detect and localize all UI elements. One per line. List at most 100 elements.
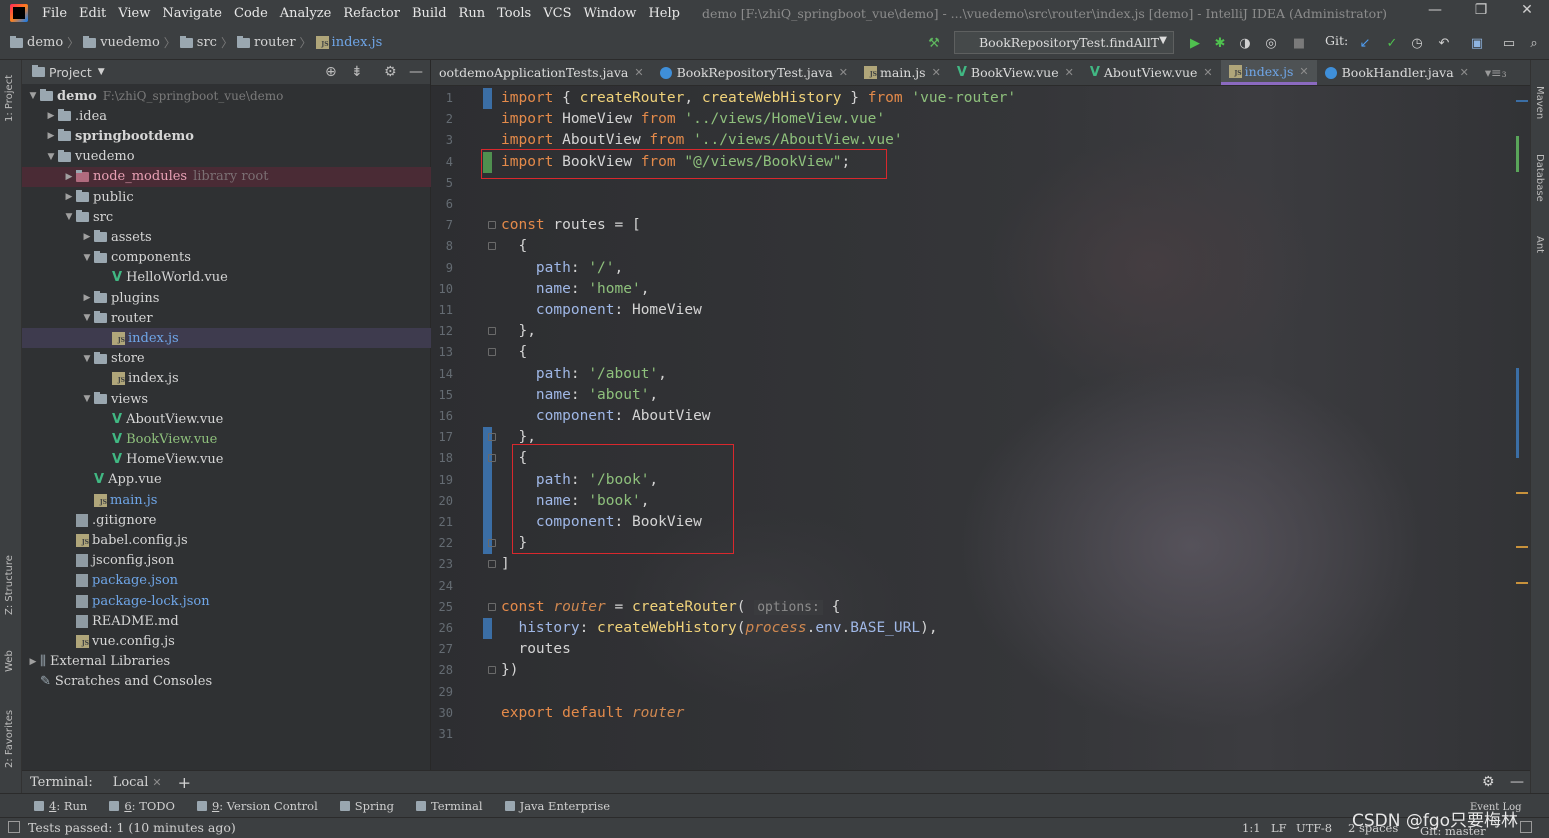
tree-item[interactable]: ▼ views (22, 389, 431, 409)
tree-item[interactable]: ▼ router (22, 308, 431, 328)
close-icon[interactable]: ✕ (932, 66, 941, 79)
code-line[interactable]: path: '/', (501, 258, 623, 279)
editor-tab[interactable]: BookRepositoryTest.java ✕ (652, 60, 856, 85)
tree-item[interactable]: JS index.js (22, 369, 431, 389)
project-tool-button[interactable]: 1: Project (4, 75, 15, 122)
tree-item[interactable]: ▶ plugins (22, 288, 431, 308)
expand-arrow-icon[interactable]: ▼ (80, 394, 94, 404)
tree-item[interactable]: JS vue.config.js (22, 631, 431, 651)
project-structure-icon[interactable]: ▣ (1468, 35, 1486, 53)
close-icon[interactable]: ✕ (634, 66, 643, 79)
collapse-arrow-icon[interactable]: ▶ (80, 232, 94, 242)
editor-tab[interactable]: JS main.js ✕ (856, 60, 949, 85)
breadcrumb-item[interactable]: vuedemo (83, 35, 160, 50)
expand-arrow-icon[interactable]: ▼ (62, 212, 76, 222)
close-icon[interactable]: ✕ (1065, 66, 1074, 79)
code-line[interactable]: { (501, 236, 527, 257)
code-line[interactable]: const router = createRouter( options: { (501, 597, 840, 618)
tool-window-button[interactable]: Java Enterprise (504, 799, 610, 813)
tree-item[interactable]: ▼ demo F:\zhiQ_springboot_vue\demo (22, 86, 431, 106)
collapse-arrow-icon[interactable]: ▶ (62, 172, 76, 182)
add-icon[interactable]: + (178, 773, 191, 792)
git-rollback-icon[interactable]: ↶ (1435, 35, 1453, 53)
close-icon[interactable]: ✕ (1203, 66, 1212, 79)
status-message[interactable]: Tests passed: 1 (10 minutes ago) (28, 820, 236, 835)
close-icon[interactable]: ✕ (1460, 66, 1469, 79)
vcs-change-bar[interactable] (483, 427, 492, 555)
tree-item[interactable]: ▼ vuedemo (22, 147, 431, 167)
locate-file-icon[interactable]: ⊕ (325, 64, 337, 80)
breadcrumb-item[interactable]: src (179, 35, 217, 50)
tree-item[interactable]: JS index.js (22, 328, 431, 349)
code-line[interactable]: component: HomeView (501, 300, 702, 321)
profile-icon[interactable]: ◎ (1262, 35, 1280, 53)
tree-item[interactable]: ✎ Scratches and Consoles (22, 672, 431, 692)
restore-icon[interactable]: ❐ (1466, 2, 1496, 18)
tree-item[interactable]: ▶ .idea (22, 106, 431, 126)
fold-marker-icon[interactable] (488, 348, 496, 357)
tree-item[interactable]: jsconfig.json (22, 551, 431, 571)
breadcrumb-item[interactable]: router (236, 35, 296, 50)
menu-analyze[interactable]: Analyze (280, 6, 332, 21)
tree-item[interactable]: package-lock.json (22, 591, 431, 611)
code-line[interactable]: import HomeView from '../views/HomeView.… (501, 109, 885, 130)
close-icon[interactable]: ✕ (839, 66, 848, 79)
close-window-icon[interactable]: ✕ (1512, 2, 1542, 18)
tree-item[interactable]: ▼ store (22, 349, 431, 369)
menu-tools[interactable]: Tools (497, 6, 531, 21)
tree-item[interactable]: JS babel.config.js (22, 530, 431, 550)
tree-item[interactable]: JS main.js (22, 490, 431, 510)
menu-edit[interactable]: Edit (79, 6, 106, 21)
fold-marker-icon[interactable] (488, 560, 496, 569)
code-line[interactable]: routes (501, 639, 570, 660)
expand-arrow-icon[interactable]: ▼ (80, 313, 94, 323)
editor-tab[interactable]: ootdemoApplicationTests.java ✕ (431, 60, 652, 85)
gear-icon[interactable]: ⚙ (1482, 774, 1495, 790)
breadcrumb-item[interactable]: demo (10, 35, 63, 50)
code-line[interactable]: const routes = [ (501, 215, 641, 236)
editor-tab[interactable]: V AboutView.vue ✕ (1082, 60, 1221, 85)
code-line[interactable]: }) (501, 660, 518, 681)
line-separator[interactable]: LF (1271, 821, 1287, 835)
maven-tool-button[interactable]: Maven (1534, 86, 1545, 119)
database-tool-button[interactable]: Database (1534, 154, 1545, 202)
tool-window-button[interactable]: Spring (339, 799, 394, 813)
structure-tool-button[interactable]: Z: Structure (4, 555, 15, 615)
code-line[interactable]: history: createWebHistory(process.env.BA… (501, 618, 937, 639)
tree-item[interactable]: .gitignore (22, 510, 431, 530)
editor-tab[interactable]: BookHandler.java ✕ (1317, 60, 1477, 85)
caret-position[interactable]: 1:1 (1242, 821, 1261, 835)
presentation-icon[interactable]: ▭ (1500, 35, 1518, 53)
hide-panel-icon[interactable]: — (409, 64, 423, 80)
status-panel-icon[interactable] (8, 821, 20, 833)
build-hammer-icon[interactable]: ⚒ (925, 35, 943, 53)
search-icon[interactable]: ⌕ (1525, 35, 1543, 53)
git-history-icon[interactable]: ◷ (1408, 35, 1426, 53)
coverage-icon[interactable]: ◑ (1236, 35, 1254, 53)
menu-refactor[interactable]: Refactor (343, 6, 400, 21)
collapse-arrow-icon[interactable]: ▶ (44, 131, 58, 141)
tree-item[interactable]: ▶ ⫼ External Libraries (22, 652, 431, 672)
tree-item[interactable]: README.md (22, 611, 431, 631)
menu-window[interactable]: Window (583, 6, 636, 21)
hide-panel-icon[interactable]: — (1510, 774, 1524, 790)
tree-item[interactable]: V App.vue (22, 470, 431, 490)
tab-overflow-icon[interactable]: ▾≡₃ (1477, 60, 1515, 85)
code-line[interactable]: name: 'about', (501, 385, 658, 406)
editor-scrollbar[interactable] (1516, 86, 1528, 770)
tree-item[interactable]: package.json (22, 571, 431, 591)
menu-vcs[interactable]: VCS (543, 6, 571, 21)
code-line[interactable]: component: AboutView (501, 406, 711, 427)
close-icon[interactable]: ✕ (1299, 65, 1308, 78)
fold-marker-icon[interactable] (488, 221, 496, 230)
vcs-change-bar[interactable] (483, 618, 492, 640)
fold-marker-icon[interactable] (488, 327, 496, 336)
vcs-change-bar[interactable] (483, 88, 492, 110)
git-commit-icon[interactable]: ✓ (1383, 35, 1401, 53)
collapse-arrow-icon[interactable]: ▶ (44, 111, 58, 121)
run-configuration-select[interactable]: BookRepositoryTest.findAllT ▼ (954, 31, 1174, 54)
chevron-down-icon[interactable]: ▼ (98, 67, 105, 77)
tree-item[interactable]: V HomeView.vue (22, 450, 431, 470)
tree-item[interactable]: V AboutView.vue (22, 409, 431, 429)
ant-tool-button[interactable]: Ant (1534, 236, 1545, 253)
